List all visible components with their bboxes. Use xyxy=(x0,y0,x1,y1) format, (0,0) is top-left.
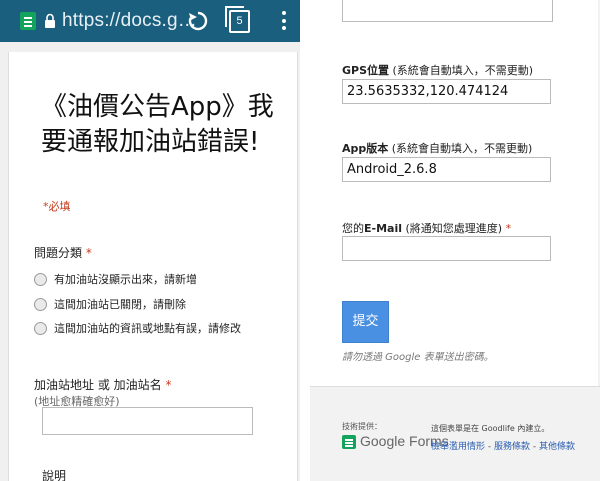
link-separator: - xyxy=(530,442,539,452)
footer-divider xyxy=(310,386,600,387)
radio-button[interactable] xyxy=(34,322,47,335)
radio-option-label: 有加油站沒顯示出來，請新增 xyxy=(54,273,197,286)
powered-by-label: 技術提供： xyxy=(342,422,382,431)
form-card-bottom: GPS位置 (系統會自動填入，不需更動) 23.5635332,120.4741… xyxy=(310,0,598,386)
other-terms-link[interactable]: 其他條款 xyxy=(539,442,575,452)
overflow-menu-icon[interactable] xyxy=(281,11,287,33)
password-warning: 請勿透過 Google 表單送出密碼。 xyxy=(342,352,494,363)
radio-option-label: 這間加油站的資訊或地點有誤，請修改 xyxy=(54,322,241,335)
radio-button[interactable] xyxy=(34,273,47,286)
google-docs-tab-icon xyxy=(20,12,36,30)
station-input[interactable] xyxy=(42,407,253,435)
left-phone-screen: https://docs.g… 5 《油價公告App》我要通報加油站錯誤! *必… xyxy=(0,0,300,481)
app-version-label: App版本 (系統會自動填入，不需更動) xyxy=(342,142,533,155)
station-field-label: 加油站地址 或 加油站名 * xyxy=(34,378,172,392)
lock-icon xyxy=(45,13,55,28)
address-bar-url[interactable]: https://docs.g… xyxy=(62,10,197,32)
gps-input[interactable]: 23.5635332,120.474124 xyxy=(342,79,551,104)
email-input[interactable] xyxy=(342,236,551,261)
question-category-label: 問題分類 * xyxy=(34,246,92,260)
required-note: *必填 xyxy=(43,200,71,213)
created-in-note: 這個表單是在 Goodlife 內建立。 xyxy=(431,424,550,433)
email-label: 您的E-Mail (將通知您處理進度) * xyxy=(342,222,512,235)
submit-button[interactable]: 提交 xyxy=(342,301,389,343)
panel-divider xyxy=(300,0,310,481)
link-separator: - xyxy=(485,442,494,452)
reload-icon[interactable] xyxy=(186,9,210,33)
radio-button[interactable] xyxy=(34,298,47,311)
tab-switcher-button[interactable]: 5 xyxy=(225,6,250,33)
footer-links: 檢舉濫用情形 - 服務條款 - 其他條款 xyxy=(342,439,589,456)
tab-count: 5 xyxy=(236,15,243,27)
form-title: 《油價公告App》我要通報加油站錯誤! xyxy=(41,92,274,157)
browser-toolbar: https://docs.g… 5 xyxy=(0,0,300,42)
terms-link[interactable]: 服務條款 xyxy=(494,442,530,452)
gps-label: GPS位置 (系統會自動填入，不需更動) xyxy=(342,64,534,77)
description-label: 說明 xyxy=(42,469,67,481)
radio-option-label: 這間加油站已關閉，請刪除 xyxy=(54,298,186,311)
report-abuse-link[interactable]: 檢舉濫用情形 xyxy=(431,442,485,452)
app-version-input[interactable]: Android_2.6.8 xyxy=(342,157,551,182)
right-phone-screen: GPS位置 (系統會自動填入，不需更動) 23.5635332,120.4741… xyxy=(310,0,600,481)
previous-answer-box[interactable] xyxy=(342,0,553,22)
